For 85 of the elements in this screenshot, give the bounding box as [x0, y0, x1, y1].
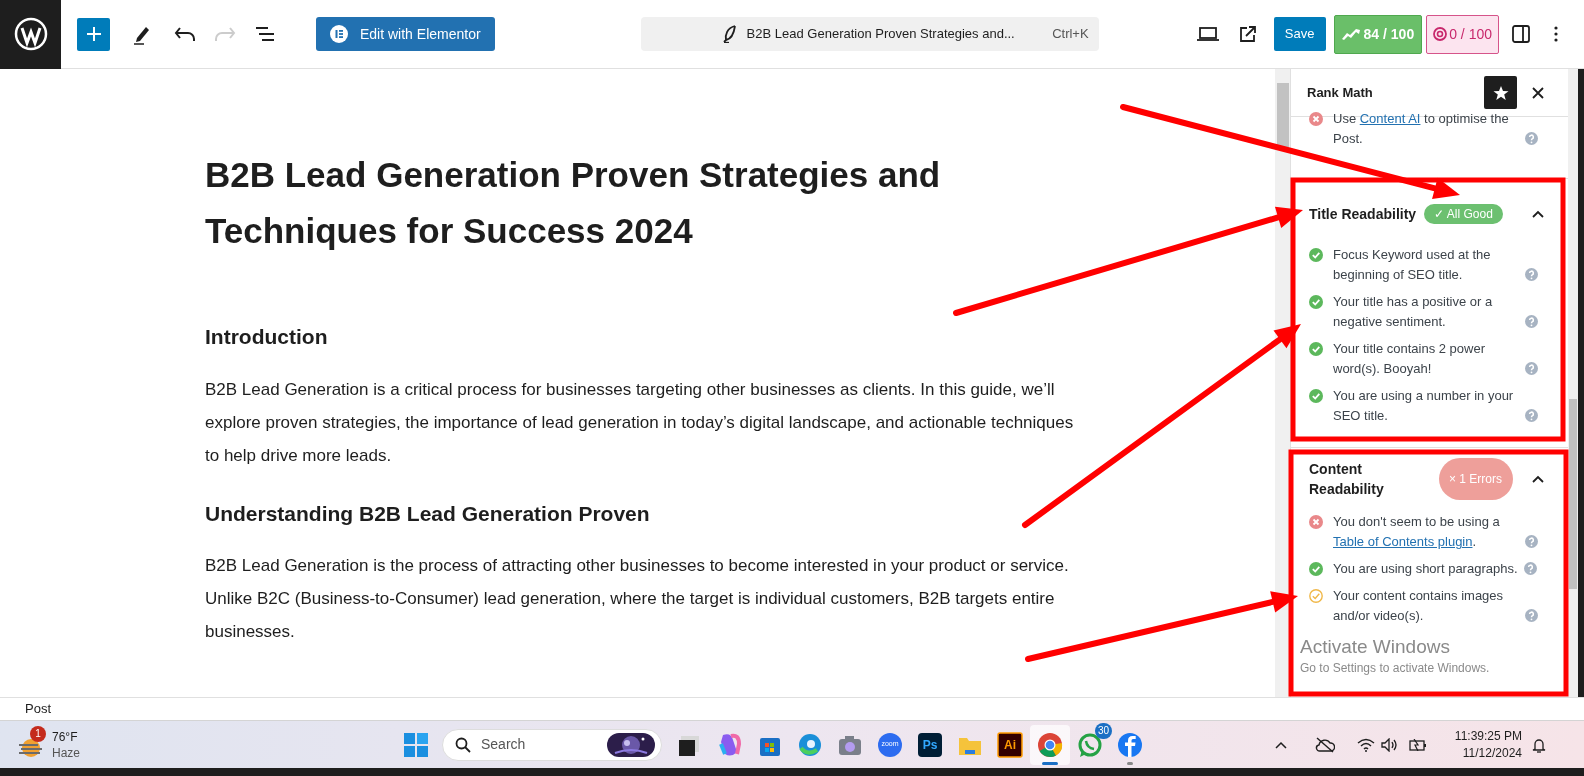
status-badge: ✓ All Good — [1424, 204, 1503, 224]
windows-start-icon[interactable] — [404, 732, 428, 757]
paragraph: B2B Lead Generation is the process of attracting other businesses to become interested in your product or service. Unlike B2C (Business-to-Consumer) lead generation, where the target is individual customers, B2B targets entire businesses. — [205, 555, 1070, 643]
rank-chart-icon — [1341, 28, 1360, 40]
activation-message: Go to Settings to activate Windows. — [1300, 660, 1490, 676]
keyboard-shortcut: Ctrl+K — [1052, 25, 1089, 44]
notification-badge: 30 — [1094, 722, 1112, 739]
placeholder: Search — [481, 735, 526, 754]
close-icon[interactable] — [1532, 86, 1544, 99]
search-icon — [455, 736, 471, 753]
photoshop-icon — [917, 731, 943, 758]
wordpress-icon — [13, 17, 48, 51]
zoom-icon — [877, 731, 903, 758]
wifi-icon[interactable] — [1356, 737, 1375, 752]
temperature: 76°F — [52, 728, 79, 745]
panel-header[interactable]: Content Readability × 1 Errors — [1309, 448, 1544, 510]
section-heading: Introduction — [205, 324, 329, 350]
check-circle-icon — [1309, 248, 1323, 262]
taskbar-app[interactable]: Ai — [990, 724, 1030, 765]
check-text: Focus Keyword used at the beginning of SEO title. — [1333, 246, 1492, 284]
panel-header[interactable]: Title Readability ✓ All Good — [1309, 179, 1544, 235]
time-text: 11:39:25 PM — [1454, 727, 1522, 745]
chevron-up-icon[interactable] — [1532, 210, 1544, 218]
weather-condition: Haze — [52, 744, 80, 761]
clock[interactable]: 11:39:25 PM 11/12/2024 — [1454, 727, 1522, 762]
chevron-up-icon[interactable] — [1274, 740, 1287, 749]
paragraph: B2B Lead Generation is a critical process for businesses targeting other businesses as clients. In this guide, we’ll explore proven strategies, the importance of lead generation in today’s digital landscape, and actionable techniques to help drive more leads. — [205, 378, 1075, 467]
feather-icon — [722, 25, 737, 43]
status-badge: × 1 Errors — [1439, 458, 1513, 500]
check-text: Your content contains images and/or video(s). — [1333, 587, 1505, 625]
save-button[interactable]: Save — [1273, 17, 1326, 51]
illustrator-icon — [997, 731, 1023, 758]
wordpress-logo[interactable] — [0, 0, 61, 69]
elementor-button[interactable]: Edit with Elementor — [316, 17, 495, 51]
breadcrumb[interactable]: Post — [25, 699, 51, 719]
section-title: Title Readability — [1309, 204, 1417, 224]
more-options-icon[interactable] — [1554, 26, 1558, 42]
check-text: Use Content AI to optimise the Post. — [1333, 110, 1510, 148]
command-bar[interactable]: B2B Lead Generation Proven Strategies and... Ctrl+K — [640, 17, 1099, 51]
notification-badge: 1 — [30, 725, 46, 742]
taskbar-app[interactable]: 30 — [1070, 724, 1110, 765]
star-icon — [1492, 84, 1509, 101]
bell-icon[interactable] — [1532, 736, 1546, 753]
volume-icon[interactable] — [1380, 737, 1399, 752]
check-text: Your title contains 2 power word(s). Booyah! — [1333, 340, 1486, 378]
date-text: 11/12/2024 — [1462, 744, 1522, 762]
chevron-up-icon[interactable] — [1532, 475, 1544, 483]
battery-icon[interactable] — [1408, 738, 1427, 751]
external-link-icon[interactable] — [1238, 25, 1257, 43]
check-text: You are using short paragraphs. — [1333, 560, 1518, 578]
laptop-icon[interactable] — [1196, 26, 1219, 42]
section-title: Content Readability — [1309, 460, 1385, 499]
scrollbar[interactable] — [1568, 69, 1578, 697]
activation-title: Activate Windows — [1300, 636, 1450, 658]
check-text: You are using a number in your SEO title. — [1333, 387, 1515, 425]
star-button[interactable] — [1484, 76, 1517, 109]
error-icon — [1309, 112, 1323, 126]
plus-icon — [85, 26, 102, 42]
browser-icon — [797, 731, 823, 758]
search-field[interactable]: Search — [442, 728, 662, 761]
taskbar-app[interactable]: Ps — [910, 724, 950, 765]
readability-score-button[interactable]: 0 / 100 — [1426, 14, 1499, 54]
elementor-icon — [330, 25, 348, 43]
undo-icon[interactable] — [174, 25, 196, 43]
chrome-icon — [1037, 731, 1063, 758]
check-circle-icon — [1309, 589, 1323, 603]
cloud-off-icon[interactable] — [1314, 736, 1335, 753]
list-view-icon[interactable] — [254, 25, 276, 43]
check-circle-icon — [1309, 295, 1323, 309]
post-title: B2B Lead Generation Proven Strategies and Techniques for Success 2024 — [205, 154, 942, 252]
sidebar-toggle-icon[interactable] — [1512, 25, 1530, 43]
check-circle-icon — [1309, 389, 1323, 403]
link[interactable]: Content AI — [1359, 111, 1421, 126]
weather-widget[interactable]: 1 76°F Haze — [18, 728, 378, 761]
document-title: B2B Lead Generation Proven Strategies and... — [746, 25, 1015, 44]
check-circle-icon — [1309, 562, 1323, 576]
check-circle-icon — [1309, 342, 1323, 356]
check-text: You don't seem to be using a Table of Contents plugin. — [1333, 513, 1501, 551]
error-icon — [1309, 515, 1323, 529]
section-heading: Understanding B2B Lead Generation Proven — [205, 500, 651, 527]
panel-title: Rank Math — [1307, 83, 1373, 102]
check-text: Your title has a positive or a negative sentiment. — [1333, 293, 1494, 331]
facebook-icon — [1117, 731, 1143, 758]
add-block-button[interactable] — [77, 17, 110, 51]
copilot-icon — [717, 731, 743, 758]
